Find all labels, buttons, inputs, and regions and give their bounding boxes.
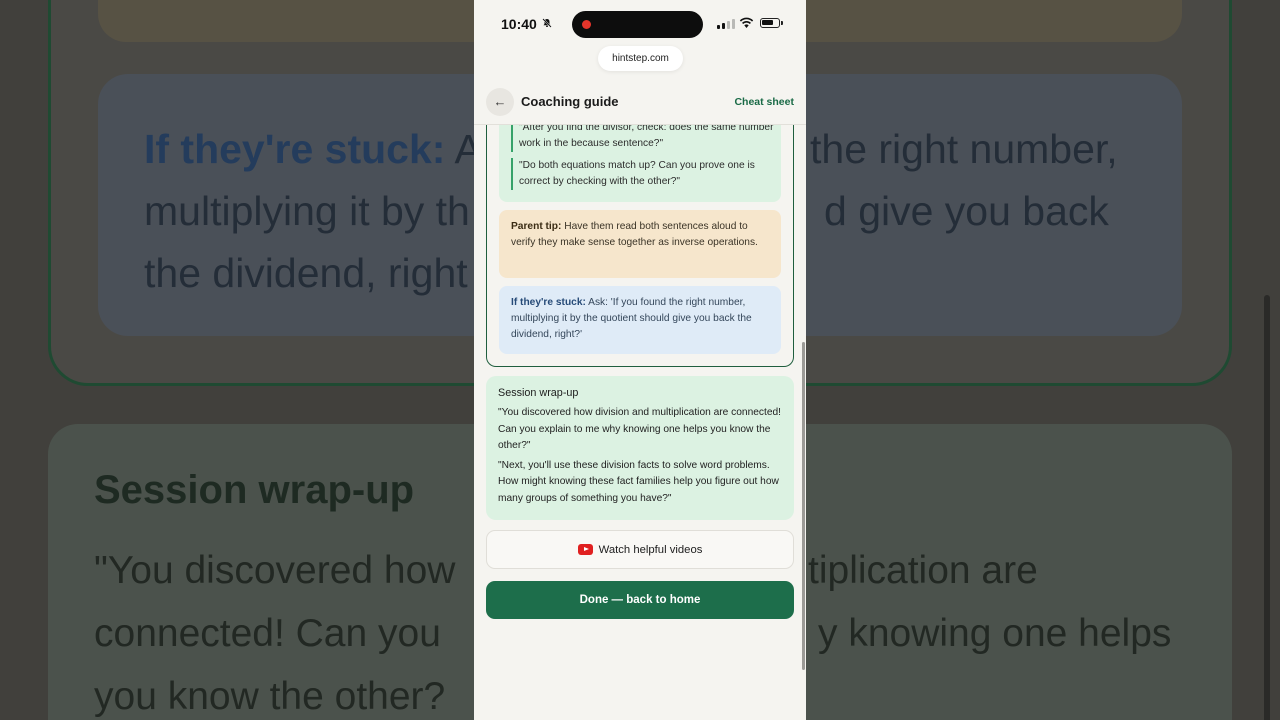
- scroll-content: "After you find the divisor, check: does…: [474, 124, 806, 720]
- page-header: ← Coaching guide Cheat sheet: [474, 84, 806, 125]
- question-quote: "After you find the divisor, check: does…: [511, 124, 777, 152]
- parent-tip-box: Parent tip: Have them read both sentence…: [499, 210, 781, 278]
- done-button[interactable]: Done — back to home: [486, 581, 794, 619]
- check-questions-box: "After you find the divisor, check: does…: [499, 124, 781, 202]
- scrollbar[interactable]: [802, 342, 805, 670]
- youtube-icon: [577, 544, 593, 555]
- battery-icon: [760, 18, 780, 28]
- status-time: 10:40: [501, 16, 537, 32]
- phone-screen: 10:40 hintstep.com ← Coaching guide Chea…: [474, 0, 806, 720]
- page-title: Coaching guide: [521, 94, 619, 109]
- stuck-help-box: If they're stuck: Ask: 'If you found the…: [499, 286, 781, 354]
- recording-indicator: [582, 20, 591, 29]
- parent-tip-label: Parent tip:: [511, 221, 562, 232]
- question-quote: "Do both equations match up? Can you pro…: [511, 158, 777, 190]
- wrap-up-title: Session wrap-up: [498, 387, 579, 399]
- url-bar[interactable]: hintstep.com: [598, 46, 683, 71]
- watch-videos-label: Watch helpful videos: [598, 543, 703, 556]
- wrap-up-paragraph: "You discovered how division and multipl…: [498, 407, 782, 451]
- wifi-icon: [739, 16, 754, 34]
- battery-cap: [781, 21, 783, 25]
- signal-icon: [717, 19, 735, 29]
- bg-scrollbar: [1264, 295, 1270, 720]
- wrap-up-paragraph: "Next, you'll use these division facts t…: [498, 459, 779, 504]
- dynamic-island: [572, 11, 703, 38]
- watch-videos-button[interactable]: Watch helpful videos: [486, 530, 794, 569]
- cheat-sheet-link[interactable]: Cheat sheet: [734, 96, 794, 108]
- session-wrap-up: Session wrap-up "You discovered how divi…: [486, 376, 794, 520]
- bell-slash-icon: [542, 18, 552, 31]
- stuck-label: If they're stuck:: [511, 297, 586, 308]
- status-bar: 10:40: [474, 0, 806, 48]
- back-arrow-icon[interactable]: ←: [486, 88, 514, 116]
